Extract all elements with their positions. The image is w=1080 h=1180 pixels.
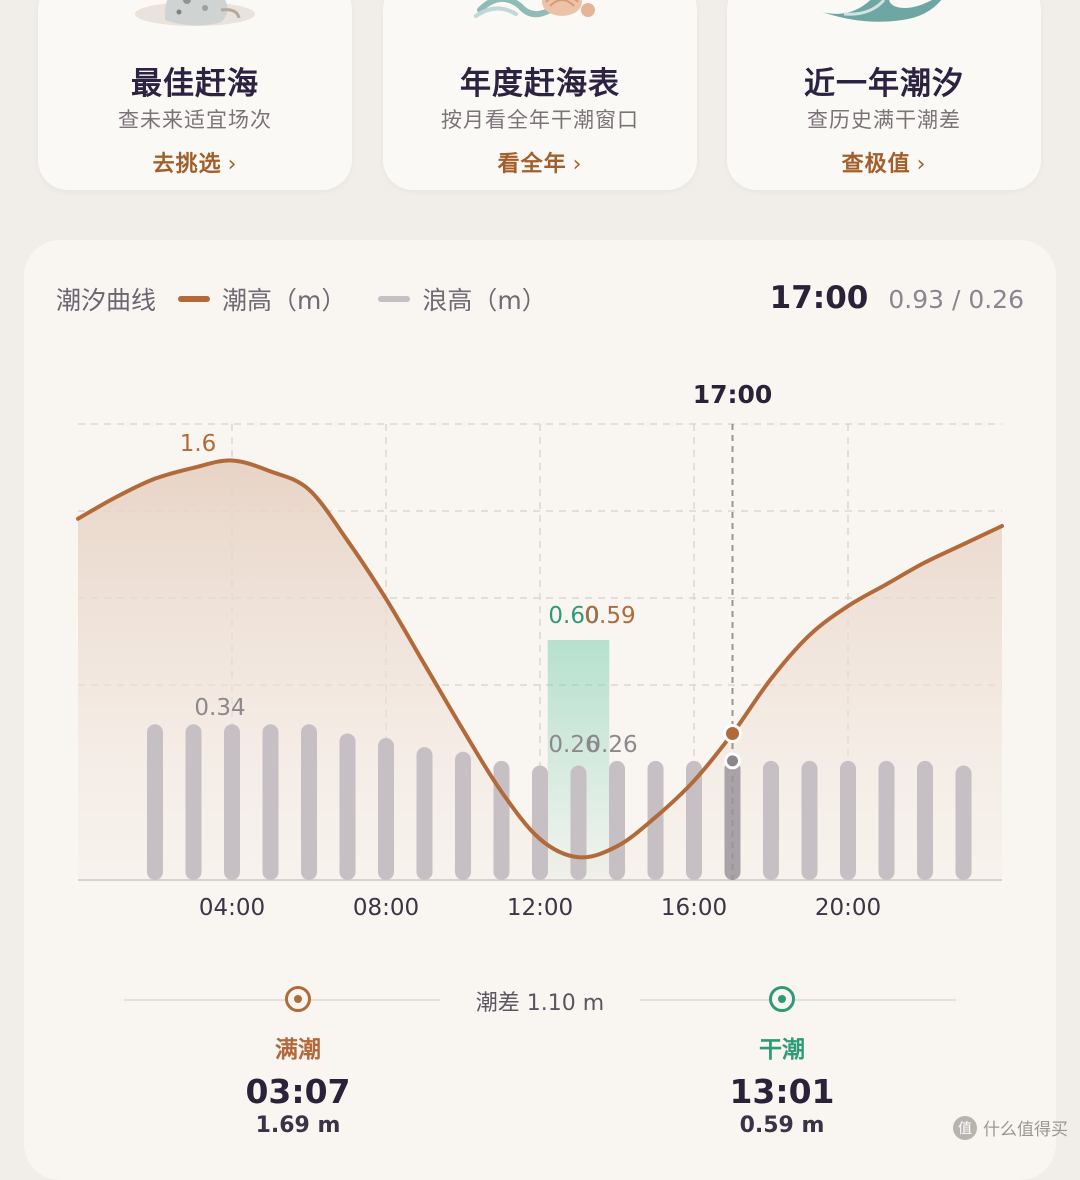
low-tide-marker-icon: [769, 986, 795, 1012]
rock-icon: [125, 0, 265, 32]
high-tide-height: 1.69 m: [255, 1113, 341, 1138]
chevron-right-icon: ›: [227, 152, 238, 177]
legend-tide-label: 潮高（m）: [222, 286, 347, 315]
shell-icon: [470, 0, 610, 32]
legend-tide[interactable]: 潮高（m）: [178, 281, 346, 317]
card-link-extremes[interactable]: 查极值 ›: [727, 146, 1041, 178]
legend-swatch-wave: [378, 296, 411, 302]
card-link-label: 去挑选: [152, 152, 222, 177]
high-tide-summary[interactable]: 满潮 03:07 1.69 m: [208, 986, 388, 1138]
high-tide-marker-icon: [285, 986, 311, 1012]
card-link-year[interactable]: 看全年 ›: [383, 146, 697, 178]
tide-chart-panel: [24, 240, 1056, 1180]
legend-wave[interactable]: 浪高（m）: [378, 281, 547, 317]
low-tide-label: 干潮: [759, 1037, 805, 1063]
card-year-tide[interactable]: 近一年潮汐 查历史满干潮差 查极值 ›: [727, 0, 1041, 190]
low-tide-time: 13:01: [729, 1072, 835, 1111]
watermark-text: 什么值得买: [983, 1120, 1068, 1140]
card-link-label: 查极值: [841, 152, 911, 177]
cursor-readout: 17:00 0.93 / 0.26: [770, 280, 1024, 316]
wave-icon: [814, 0, 954, 32]
chart-legend: 潮汐曲线 潮高（m） 浪高（m）: [56, 282, 579, 316]
watermark-logo-icon: 值: [953, 1115, 977, 1140]
tide-difference: 潮差 1.10 m: [440, 985, 640, 1017]
card-link-label: 看全年: [497, 152, 567, 177]
card-title: 年度赶海表: [460, 66, 620, 102]
chevron-right-icon: ›: [572, 152, 583, 177]
legend-swatch-tide: [178, 296, 211, 302]
card-title: 近一年潮汐: [804, 66, 964, 102]
readout-time: 17:00: [769, 280, 869, 316]
low-tide-height: 0.59 m: [739, 1113, 825, 1138]
card-link-select[interactable]: 去挑选 ›: [38, 146, 352, 178]
card-description: 查未来适宜场次: [118, 108, 272, 132]
card-annual-table[interactable]: 年度赶海表 按月看全年干潮窗口 看全年 ›: [383, 0, 697, 190]
watermark: 值 什么值得买: [953, 1115, 1068, 1140]
card-description: 按月看全年干潮窗口: [441, 108, 639, 132]
chart-title: 潮汐曲线: [56, 286, 157, 315]
legend-wave-label: 浪高（m）: [422, 286, 547, 315]
low-tide-summary[interactable]: 干潮 13:01 0.59 m: [692, 986, 872, 1138]
feature-cards: 最佳赶海 查未来适宜场次 去挑选 › 年度赶海表 按月看全年干潮窗口 看全年 › 近…: [0, 0, 1080, 200]
readout-values: 0.93 / 0.26: [888, 285, 1024, 314]
card-description: 查历史满干潮差: [807, 108, 961, 132]
card-best-gathering[interactable]: 最佳赶海 查未来适宜场次 去挑选 ›: [38, 0, 352, 190]
high-tide-time: 03:07: [245, 1072, 351, 1111]
chevron-right-icon: ›: [916, 152, 927, 177]
card-title: 最佳赶海: [131, 66, 259, 102]
high-tide-label: 满潮: [275, 1037, 321, 1063]
